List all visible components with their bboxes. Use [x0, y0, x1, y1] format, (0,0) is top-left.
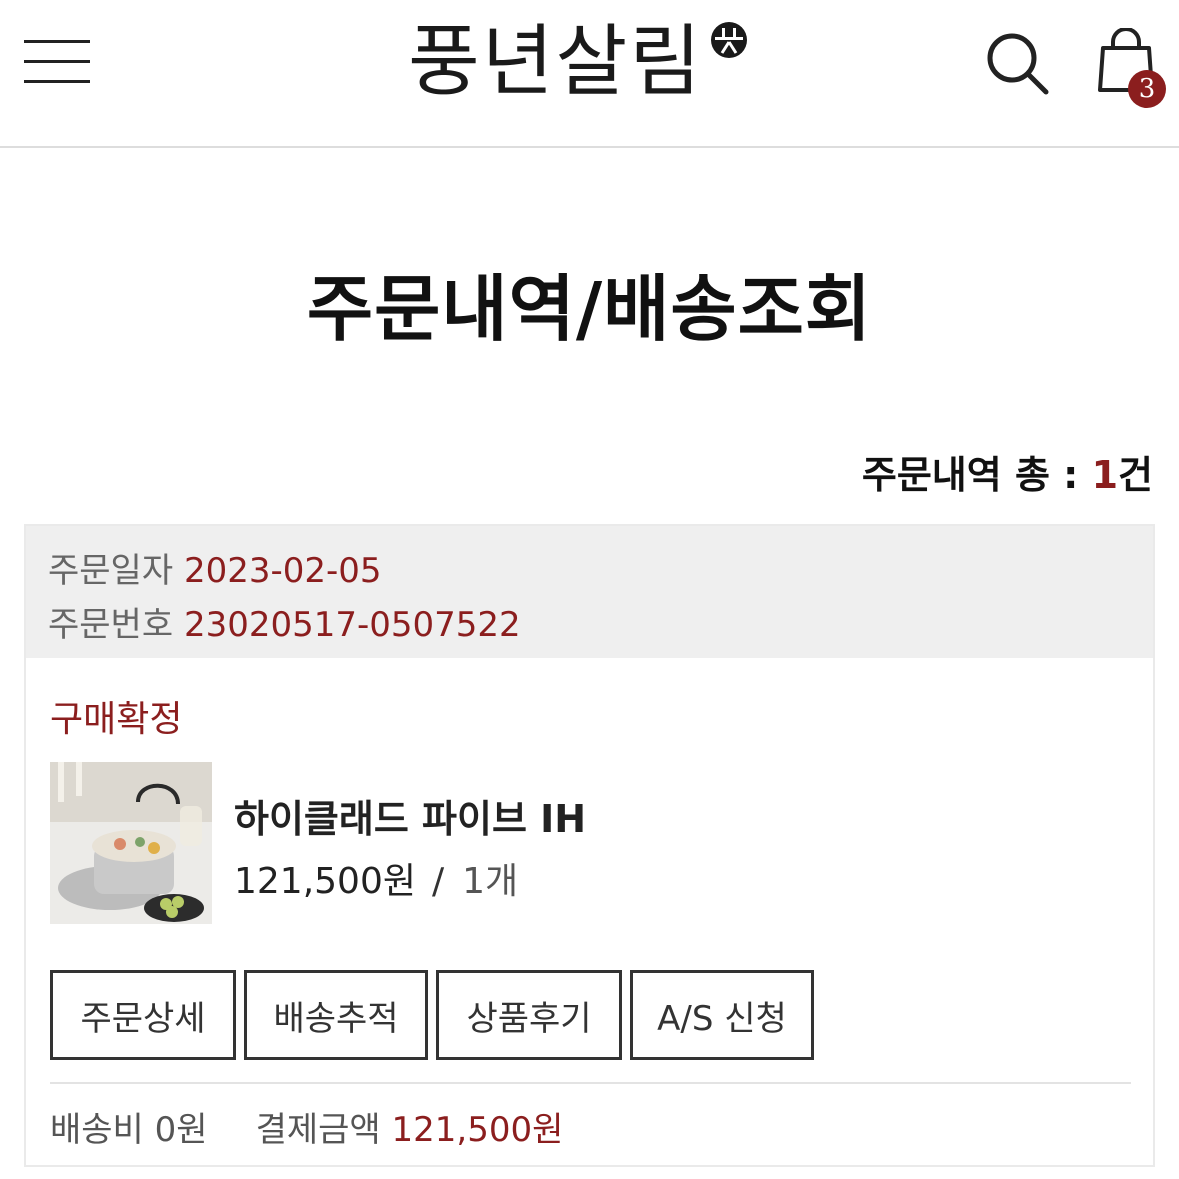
payment-amount-value: 121,500원 [391, 1110, 564, 1150]
order-card-header: 주문일자 2023-02-05 주문번호 23020517-0507522 [26, 526, 1153, 658]
order-action-buttons: 주문상세 배송추적 상품후기 A/S 신청 [50, 970, 814, 1060]
order-number-row: 주문번호 23020517-0507522 [48, 598, 1131, 652]
cart-button[interactable]: 3 [1096, 27, 1168, 108]
order-total-count: 주문내역 총 : 1건 [862, 444, 1153, 499]
order-date-row: 주문일자 2023-02-05 [48, 544, 1131, 598]
as-request-button[interactable]: A/S 신청 [630, 970, 814, 1060]
brand-logo[interactable]: 풍년살림 [408, 14, 749, 114]
price-separator: / [432, 861, 445, 902]
cart-count-badge: 3 [1128, 70, 1166, 108]
delivery-tracking-button[interactable]: 배송추적 [244, 970, 428, 1060]
page-title: 주문내역/배송조회 [306, 267, 873, 351]
order-count-label: 주문내역 총 : [861, 453, 1092, 497]
order-count-value: 1 [1091, 453, 1119, 497]
logo-emblem-icon [711, 22, 748, 58]
product-price-line: 121,500원 / 1개 [234, 852, 518, 904]
order-date-value: 2023-02-05 [183, 551, 382, 591]
payment-amount-label: 결제금액 [255, 1110, 381, 1150]
product-name[interactable]: 하이클래드 파이브 IH [234, 788, 586, 843]
order-number-value: 23020517-0507522 [183, 605, 521, 645]
order-detail-button[interactable]: 주문상세 [50, 970, 236, 1060]
order-status: 구매확정 [50, 699, 183, 740]
summary-divider [50, 1082, 1131, 1084]
order-date-label: 주문일자 [48, 551, 174, 591]
product-price: 121,500원 [234, 861, 416, 902]
search-icon[interactable] [984, 30, 1050, 96]
shipping-fee-value: 0원 [154, 1110, 208, 1150]
order-card: 주문일자 2023-02-05 주문번호 23020517-0507522 구매… [24, 524, 1155, 1167]
order-count-unit: 건 [1118, 453, 1153, 497]
product-quantity: 1개 [462, 861, 519, 902]
order-number-label: 주문번호 [48, 605, 174, 645]
product-image[interactable] [50, 762, 212, 924]
logo-text: 풍년살림 [408, 17, 704, 107]
top-header: 풍년살림 3 [0, 0, 1179, 148]
order-summary: 배송비 0원 결제금액 121,500원 [50, 1102, 563, 1151]
hamburger-menu-icon[interactable] [24, 34, 90, 86]
product-review-button[interactable]: 상품후기 [436, 970, 622, 1060]
shipping-fee-label: 배송비 [50, 1110, 144, 1150]
